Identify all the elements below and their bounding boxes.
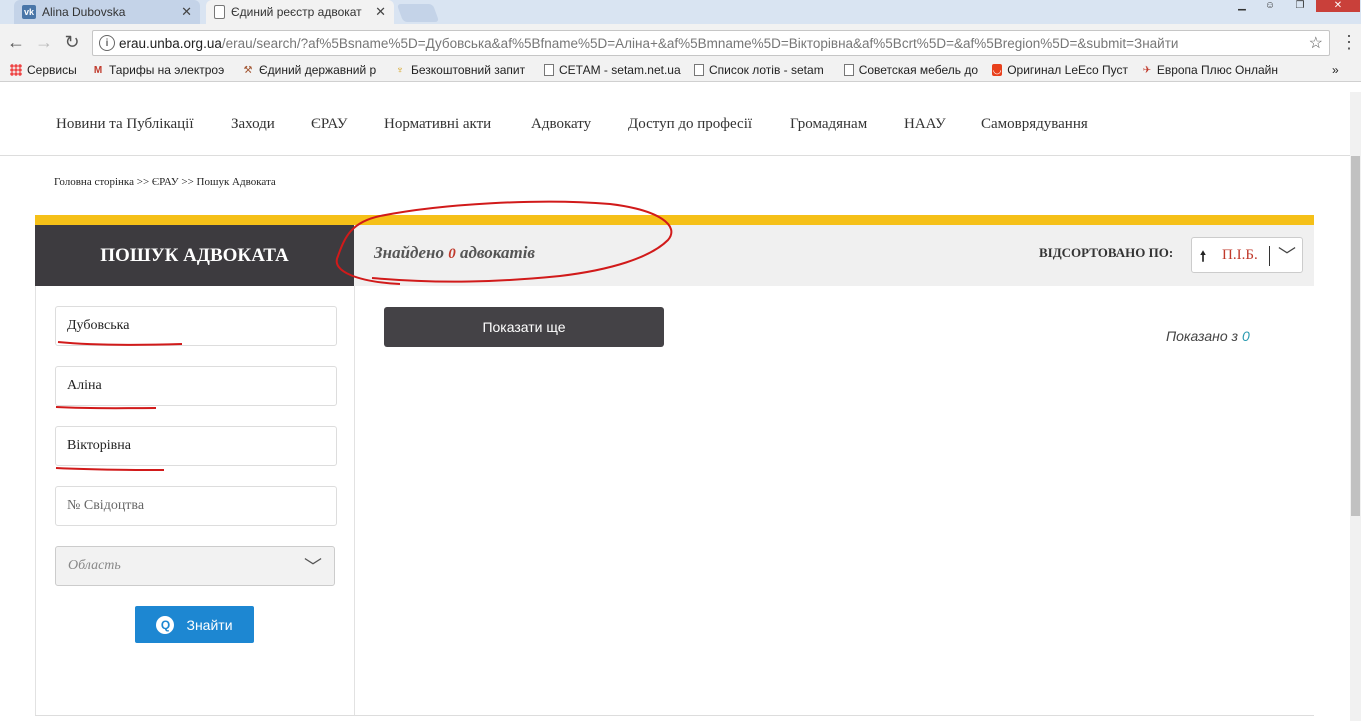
chevron-down-icon: ﹀ xyxy=(304,557,322,577)
forward-arrow-icon[interactable]: → xyxy=(32,30,56,54)
page-icon xyxy=(694,64,704,76)
browser-tab-erau[interactable]: Єдиний реєстр адвокат ✕ xyxy=(206,0,394,24)
reload-icon[interactable]: ↻ xyxy=(60,30,84,54)
nav-naau[interactable]: НААУ xyxy=(904,116,946,133)
address-bar[interactable]: i erau.unba.org.ua /erau/search/?af%5Bsn… xyxy=(92,30,1330,56)
m-logo-icon: M xyxy=(93,64,103,76)
region-placeholder: Область xyxy=(68,558,121,573)
results-count-text: Знайдено 0 адвокатів xyxy=(374,243,536,262)
bookmark-item[interactable]: ◡ Оригинал LeEco Пуст xyxy=(992,63,1128,77)
bookmark-item[interactable]: Советская мебель до xyxy=(844,63,978,77)
sort-select[interactable]: 🠕 П.І.Б. ﹀ xyxy=(1191,237,1303,273)
bookmark-item[interactable]: Список лотів - setam xyxy=(694,63,830,77)
certificate-number-field[interactable]: № Свідоцтва xyxy=(55,486,337,526)
breadcrumb[interactable]: Головна сторінка >> ЄРАУ >> Пошук Адвока… xyxy=(54,176,276,188)
page-icon xyxy=(214,5,225,19)
nav-news[interactable]: Новини та Публікації xyxy=(56,116,194,133)
bookmark-item[interactable]: Сервисы xyxy=(10,63,86,77)
bookmark-item[interactable]: ⚒ Єдиний державний р xyxy=(242,63,380,77)
trident-icon: ♆ xyxy=(396,64,404,76)
menu-dots-icon[interactable]: ⋮ xyxy=(1340,32,1358,53)
chevron-down-icon[interactable]: ﹀ xyxy=(1278,242,1296,268)
shown-count: 0 xyxy=(1241,328,1250,344)
bookmarks-bar: Сервисы M Тарифы на электроэ ⚒ Єдиний де… xyxy=(0,60,1361,82)
url-path: /erau/search/?af%5Bsname%5D=Дубовська&af… xyxy=(221,35,1179,51)
person-icon[interactable]: ☺ xyxy=(1260,0,1280,12)
accent-bar xyxy=(35,215,1314,225)
arrow-up-icon[interactable]: 🠕 xyxy=(1200,246,1206,270)
tab-title: Alina Dubovska xyxy=(42,5,126,19)
apps-grid-icon xyxy=(10,64,22,76)
divider xyxy=(35,715,1314,716)
sort-value: П.І.Б. xyxy=(1222,247,1258,263)
nav-citizens[interactable]: Громадянам xyxy=(790,116,867,133)
close-tab-icon[interactable]: ✕ xyxy=(375,4,386,20)
bookmark-item[interactable]: ✈ Европа Плюс Онлайн xyxy=(1142,63,1278,77)
more-bookmarks-button[interactable]: » xyxy=(1332,63,1346,77)
minimize-icon[interactable]: ▁ xyxy=(1232,0,1252,12)
region-select[interactable]: Область ﹀ xyxy=(55,546,335,586)
first-name-field[interactable]: Аліна xyxy=(55,366,337,406)
patronymic-field[interactable]: Вікторівна xyxy=(55,426,337,466)
nav-for-lawyers[interactable]: Адвокату xyxy=(531,116,591,133)
nav-self-government[interactable]: Самоврядування xyxy=(981,116,1088,133)
nav-normative-acts[interactable]: Нормативні акти xyxy=(384,116,491,133)
browser-tab-bar: vk Alina Dubovska ✕ Єдиний реєстр адвока… xyxy=(0,0,1361,24)
europa-plus-icon: ✈ xyxy=(1142,64,1152,76)
close-window-icon[interactable]: ✕ xyxy=(1316,0,1360,12)
site-main-nav: Новини та Публікації Заходи ЄРАУ Нормати… xyxy=(0,92,1350,156)
page-icon xyxy=(544,64,554,76)
results-count: 0 xyxy=(448,246,456,262)
gavel-icon: ⚒ xyxy=(243,64,253,76)
bookmark-item[interactable]: СЕТАМ - setam.net.ua xyxy=(544,63,684,77)
scrollbar-thumb[interactable] xyxy=(1351,156,1360,516)
shown-counter: Показано з 0 xyxy=(1166,328,1250,344)
show-more-button[interactable]: Показати ще xyxy=(384,307,664,347)
vk-icon: vk xyxy=(22,5,36,19)
page-icon xyxy=(844,64,854,76)
info-icon[interactable]: i xyxy=(99,35,115,51)
surname-field[interactable]: Дубовська xyxy=(55,306,337,346)
search-icon: Q xyxy=(156,615,175,634)
divider xyxy=(1269,246,1270,266)
results-header: Знайдено 0 адвокатів ВІДСОРТОВАНО ПО: 🠕 … xyxy=(354,225,1314,286)
bookmark-item[interactable]: ♆ Безкоштовний запит xyxy=(394,63,528,77)
nav-events[interactable]: Заходи xyxy=(231,116,275,133)
search-panel-title: ПОШУК АДВОКАТА xyxy=(35,225,354,286)
url-host: erau.unba.org.ua xyxy=(119,35,222,51)
back-arrow-icon[interactable]: ← xyxy=(4,30,28,54)
find-button[interactable]: Q Знайти xyxy=(135,606,254,643)
star-icon[interactable]: ☆ xyxy=(1309,33,1323,53)
tab-title: Єдиний реєстр адвокат xyxy=(231,5,362,19)
restore-icon[interactable]: ❐ xyxy=(1290,0,1310,12)
new-tab-button[interactable] xyxy=(396,4,440,22)
shopping-bag-icon: ◡ xyxy=(992,64,1003,76)
close-tab-icon[interactable]: ✕ xyxy=(181,4,192,20)
bookmark-item[interactable]: M Тарифы на электроэ xyxy=(92,63,228,77)
nav-profession-access[interactable]: Доступ до професії xyxy=(628,116,752,133)
sort-label: ВІДСОРТОВАНО ПО: xyxy=(1039,245,1174,260)
browser-tab-vk[interactable]: vk Alina Dubovska ✕ xyxy=(14,0,200,24)
nav-erau[interactable]: ЄРАУ xyxy=(311,116,347,133)
